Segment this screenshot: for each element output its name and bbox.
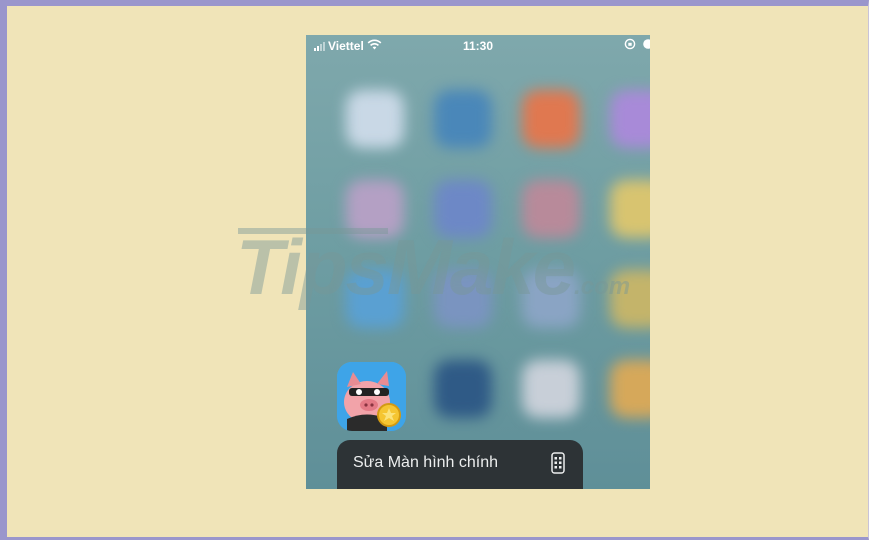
status-time: 11:30 — [462, 39, 494, 53]
alarm-icon — [642, 38, 650, 53]
orientation-lock-icon — [624, 38, 636, 53]
blurred-app-icon — [522, 90, 580, 148]
status-bar: Viettel 11:30 — [306, 35, 650, 57]
pig-game-app-icon[interactable] — [337, 362, 406, 431]
watermark-logo: TipsMake.com — [236, 222, 630, 313]
watermark-brand: TipsMake — [236, 223, 576, 311]
watermark-domain: .com — [574, 273, 631, 300]
blurred-app-icon — [610, 360, 650, 418]
status-right-icons — [624, 38, 650, 53]
blurred-app-icon — [346, 90, 404, 148]
context-menu-item-edit-home-screen[interactable]: Sửa Màn hình chính — [337, 440, 583, 489]
blurred-app-icon — [434, 90, 492, 148]
phone-screen-icon — [551, 452, 565, 479]
context-menu-item-label: Sửa Màn hình chính — [353, 454, 499, 471]
blurred-app-icon — [434, 360, 492, 418]
blurred-app-icon — [522, 360, 580, 418]
context-menu: Sửa Màn hình chính — [337, 440, 583, 489]
blurred-app-icon — [610, 90, 650, 148]
